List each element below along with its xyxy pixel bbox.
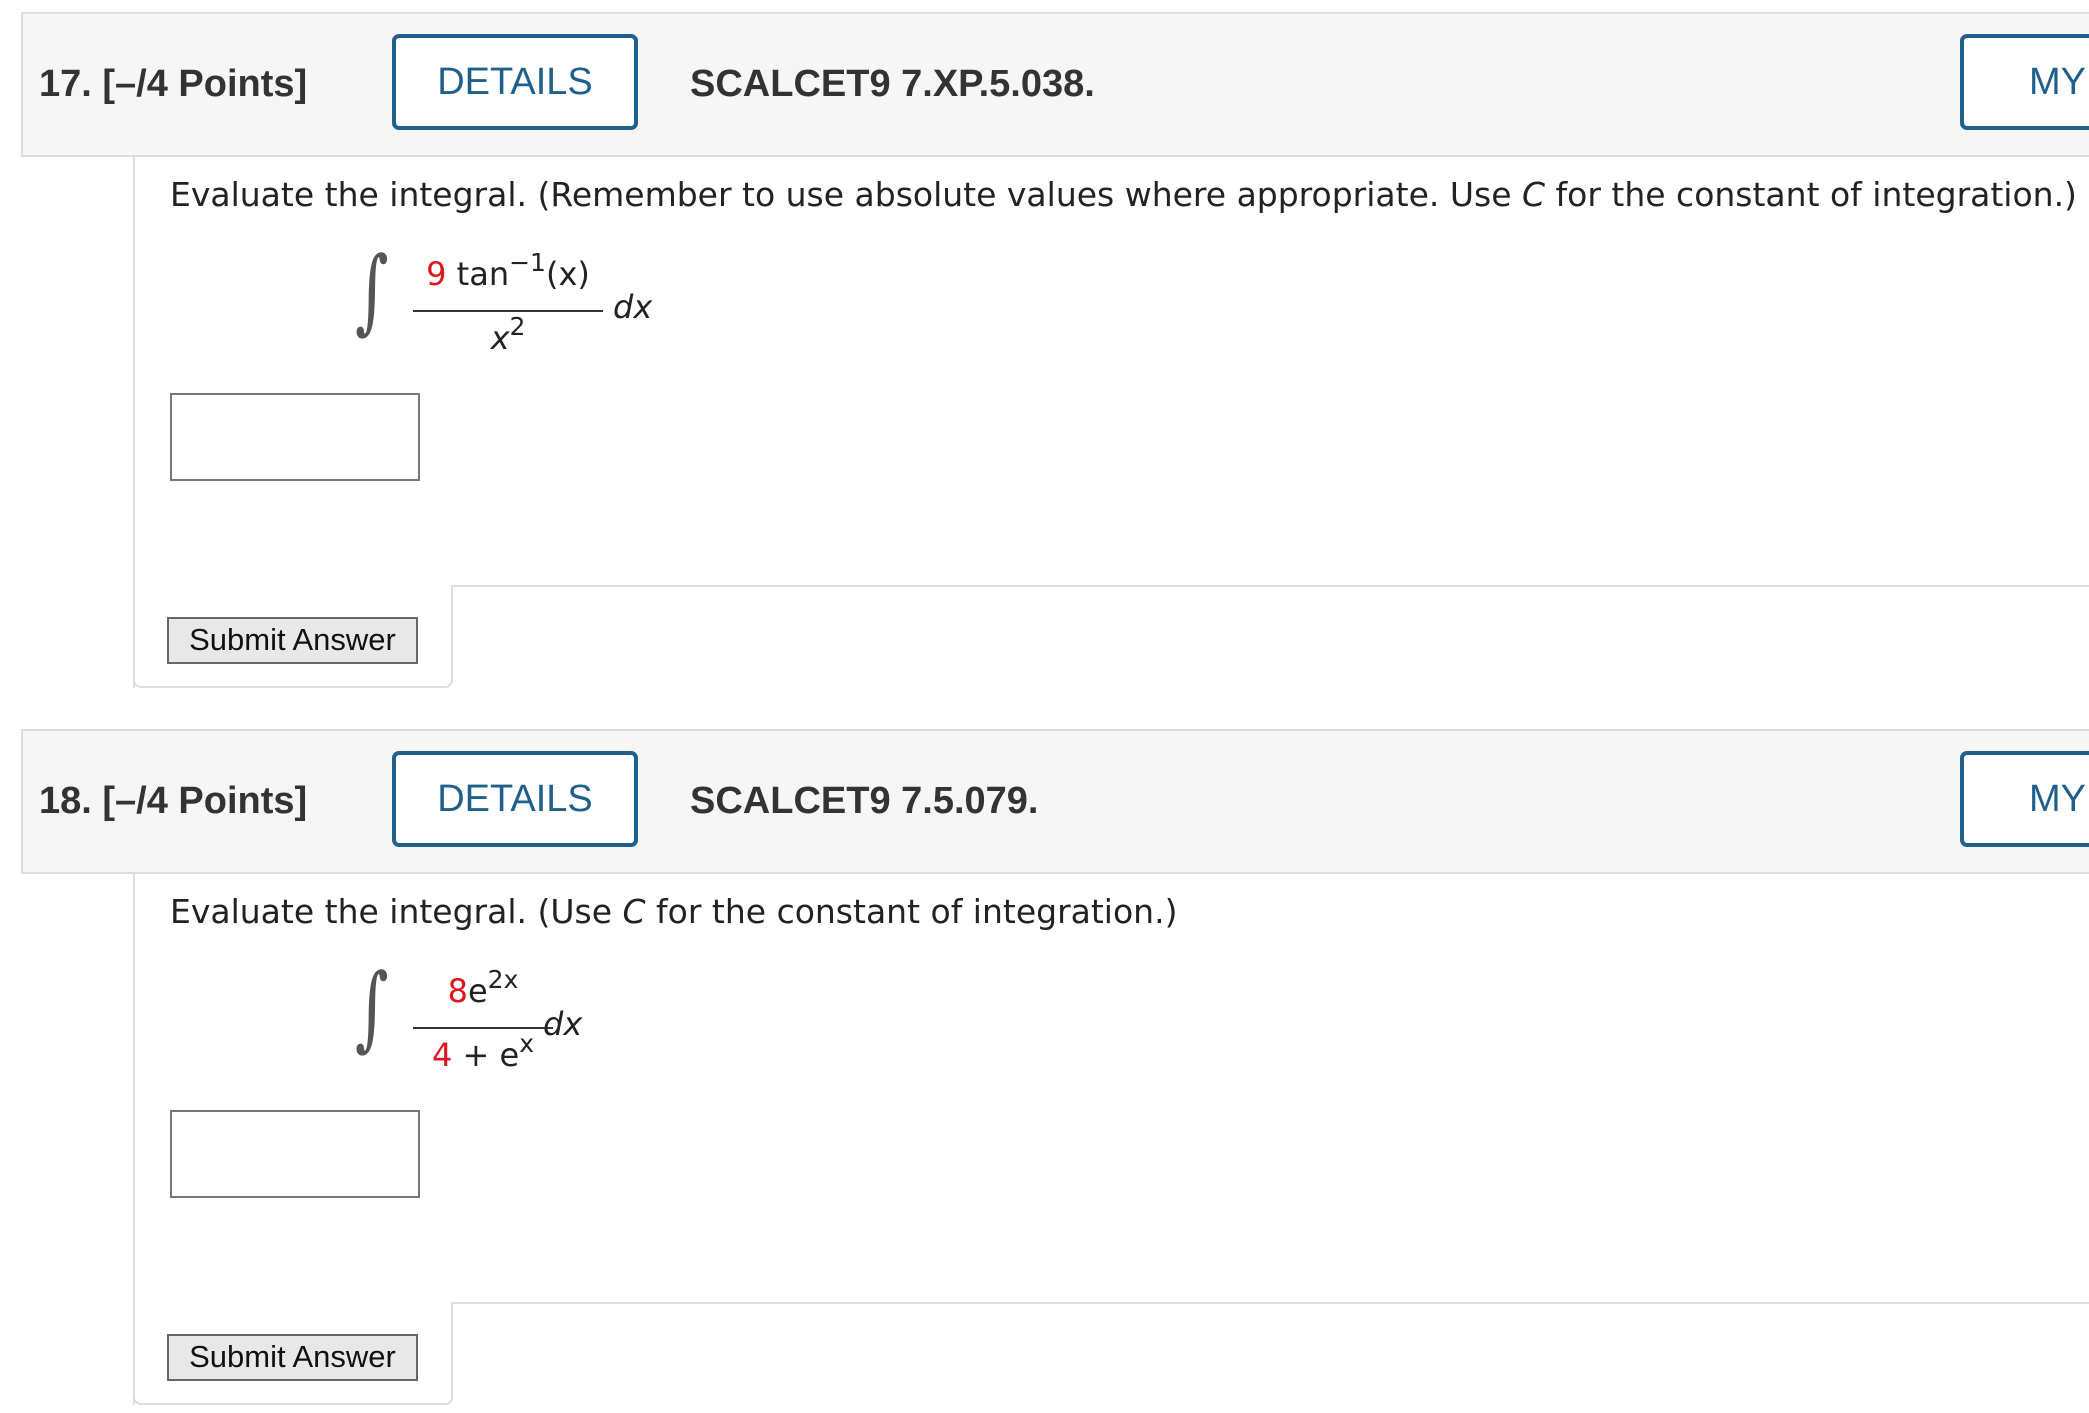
body-divider	[451, 1302, 2089, 1304]
prompt-text-end: for the constant of integration.)	[645, 892, 1178, 931]
question-code: SCALCET9 7.5.079.	[690, 780, 1039, 822]
prompt-variable: C	[622, 892, 646, 931]
prompt-text-end: for the constant of integration.)	[1545, 175, 2077, 214]
numerator-function: tan	[446, 255, 510, 293]
question-code: SCALCET9 7.XP.5.038.	[690, 63, 1095, 105]
question-header	[21, 729, 2089, 874]
body-divider	[451, 585, 2089, 587]
numerator-coefficient: 9	[426, 255, 447, 293]
numerator-argument: (x)	[545, 255, 590, 293]
question-prompt: Evaluate the integral. (Remember to use …	[170, 175, 2077, 214]
fraction-bar	[413, 310, 603, 312]
denominator-base: + e	[452, 1036, 520, 1074]
submit-answer-button[interactable]: Submit Answer	[167, 1334, 418, 1381]
answer-input[interactable]	[170, 1110, 420, 1198]
answer-input[interactable]	[170, 393, 420, 481]
numerator-coefficient: 8	[447, 972, 468, 1010]
denominator: x2	[413, 314, 603, 357]
numerator: 8e2x	[413, 967, 553, 1010]
denominator: 4 + ex	[413, 1031, 553, 1074]
denominator-exponent: 2	[509, 312, 526, 341]
question-number: 18. [–/4 Points]	[39, 780, 308, 822]
denominator-base: x	[490, 319, 510, 357]
denominator-coefficient: 4	[432, 1036, 453, 1074]
prompt-text: Evaluate the integral. (Use	[170, 892, 623, 931]
differential: dx	[543, 1005, 583, 1043]
differential: dx	[613, 288, 653, 326]
integral-sign-icon: ∫	[355, 954, 389, 1061]
numerator-exponent: 2x	[487, 965, 519, 994]
prompt-text: Evaluate the integral. (Remember to use …	[170, 175, 1522, 214]
denominator-exponent: x	[519, 1029, 534, 1058]
question-number: 17. [–/4 Points]	[39, 63, 308, 105]
my-notes-button[interactable]: MY	[1960, 34, 2089, 130]
numerator-exponent: −1	[509, 248, 546, 277]
prompt-variable: C	[1522, 175, 1546, 214]
submit-answer-button[interactable]: Submit Answer	[167, 617, 418, 664]
details-button[interactable]: DETAILS	[392, 751, 638, 847]
numerator-base: e	[467, 972, 488, 1010]
details-button[interactable]: DETAILS	[392, 34, 638, 130]
integral-sign-icon: ∫	[355, 237, 389, 344]
my-notes-button[interactable]: MY	[1960, 751, 2089, 847]
question-prompt: Evaluate the integral. (Use C for the co…	[170, 892, 1177, 931]
numerator: 9 tan−1(x)	[413, 250, 603, 293]
